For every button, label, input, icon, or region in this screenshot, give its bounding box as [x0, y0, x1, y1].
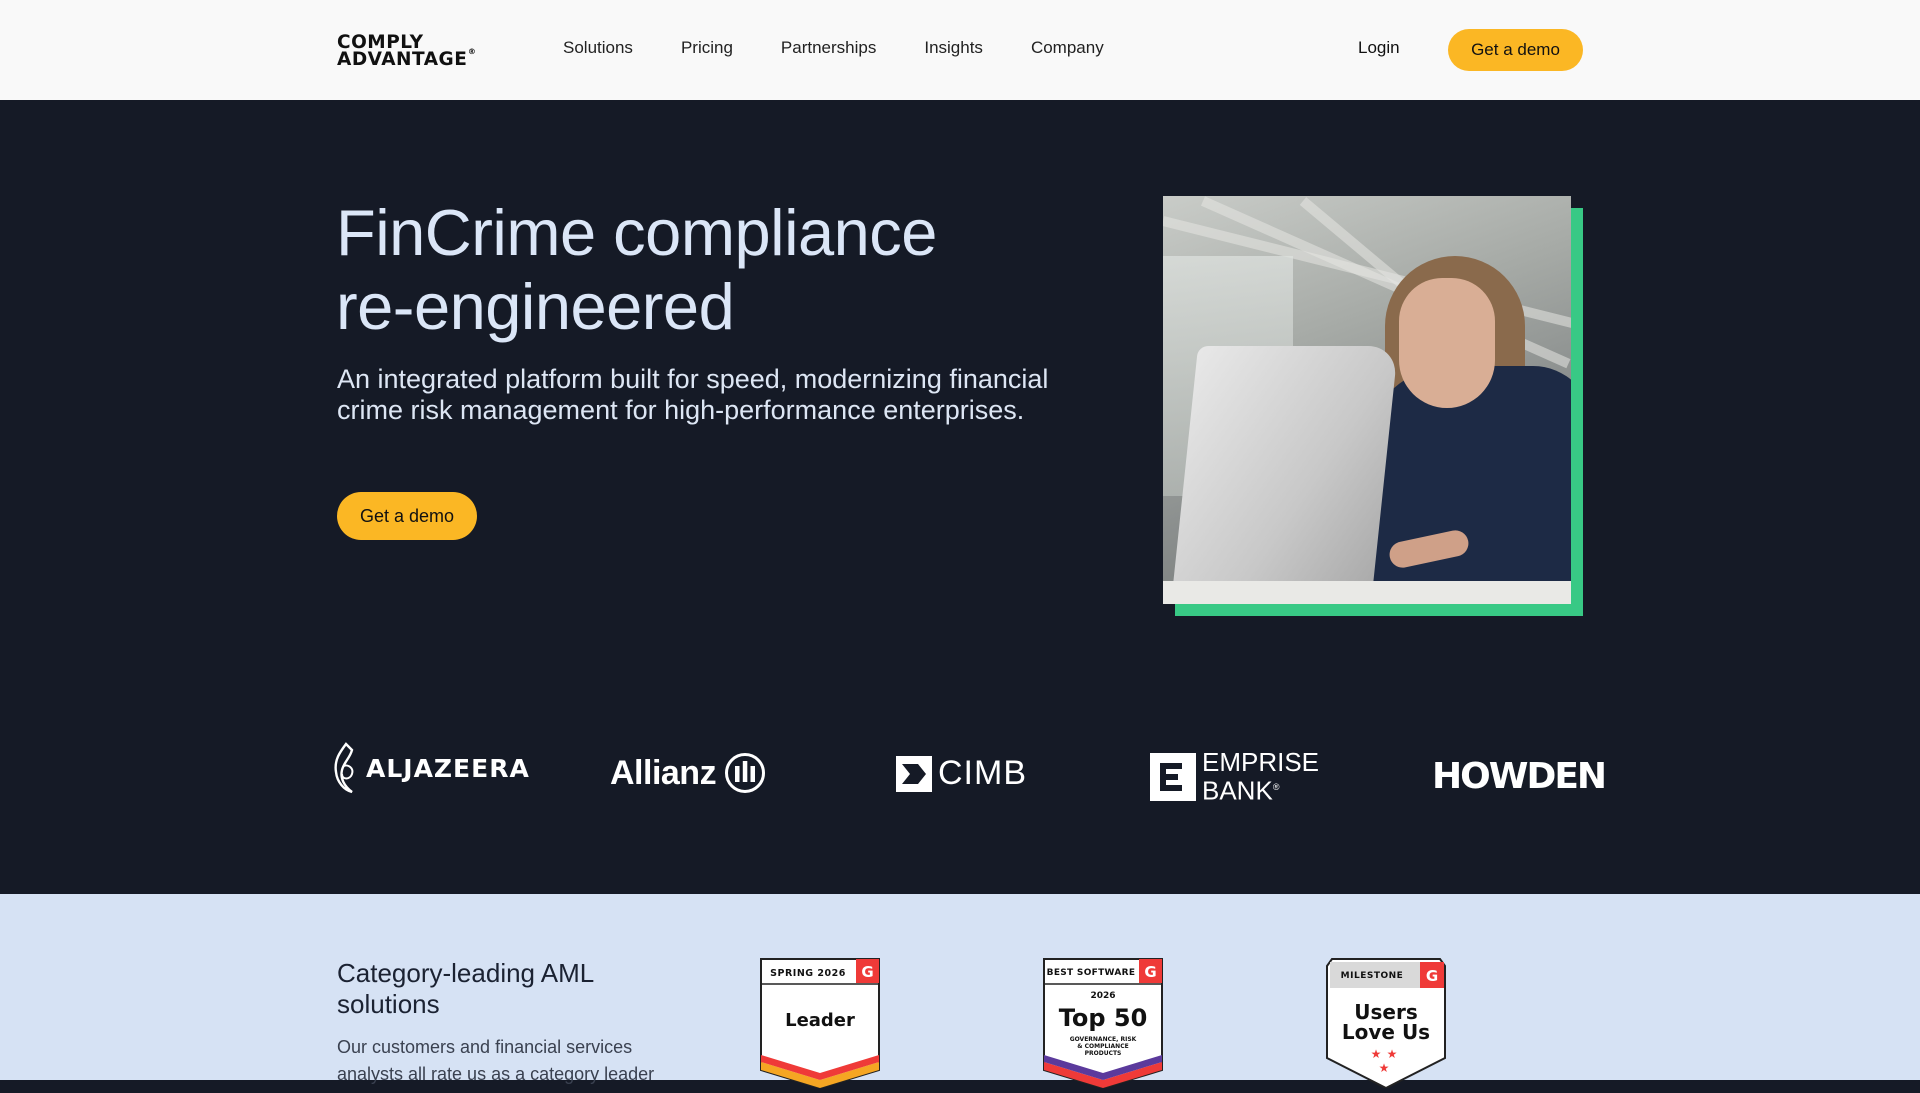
registered-mark: ®	[467, 47, 477, 56]
desk	[1163, 581, 1571, 604]
nav-insights[interactable]: Insights	[924, 38, 983, 58]
aljazeera-wordmark: ALJAZEERA	[366, 753, 530, 783]
emprise-registered-mark: ®	[1272, 782, 1280, 792]
badge-season-label: SPRING 2026	[770, 968, 846, 979]
badge-category-label: BEST SOFTWARE	[1046, 968, 1136, 978]
cimb-chevron-icon	[896, 755, 932, 792]
badge-leader-label: Leader	[785, 1010, 855, 1031]
badge-subcategory: GOVERNANCE, RISK & COMPLIANCE PRODUCTS	[1043, 1036, 1163, 1057]
hero-title: FinCrime compliance re-engineered	[336, 196, 1096, 344]
person-face	[1399, 278, 1495, 408]
svg-text:★: ★	[1371, 1047, 1382, 1061]
nav-company[interactable]: Company	[1031, 38, 1104, 58]
login-link[interactable]: Login	[1358, 38, 1400, 58]
g2-top50-badge[interactable]: G BEST SOFTWARE 2026 Top 50 GOVERNANCE, …	[1043, 958, 1163, 1090]
svg-text:G: G	[861, 963, 873, 981]
allianz-logo: Allianz	[610, 752, 766, 794]
badge-subcategory-line-3: PRODUCTS	[1084, 1050, 1122, 1057]
emprise-wordmark-line-2: BANK	[1202, 775, 1273, 806]
main-nav: Solutions Pricing Partnerships Insights …	[563, 38, 1152, 58]
emprise-bank-logo: EMPRISE BANK®	[1150, 747, 1320, 806]
badge-milestone-label: MILESTONE	[1340, 971, 1404, 981]
hero-image	[1163, 196, 1583, 616]
svg-text:G: G	[1426, 967, 1438, 985]
logo-line-2: ADVANTAGE	[337, 49, 468, 70]
hero-subtitle: An integrated platform built for speed, …	[337, 364, 1049, 425]
awards-title: Category-leading AML solutions	[337, 958, 594, 1019]
badge-love-us-line: Love Us	[1341, 1020, 1431, 1044]
nav-partnerships[interactable]: Partnerships	[781, 38, 876, 58]
aljazeera-logo: ALJAZEERA	[330, 742, 530, 794]
header-get-demo-button[interactable]: Get a demo	[1448, 29, 1583, 71]
svg-text:★: ★	[1379, 1061, 1390, 1075]
hero-title-line-2: re-engineered	[336, 270, 735, 343]
g2-leader-badge[interactable]: G SPRING 2026 Leader	[760, 958, 880, 1090]
nav-pricing[interactable]: Pricing	[681, 38, 733, 58]
aljazeera-calligraphy-icon	[334, 742, 354, 794]
badge-users-love-us-label: Users Love Us	[1326, 1002, 1446, 1042]
badge-top50-label: Top 50	[1058, 1004, 1148, 1032]
woman-at-laptop-photo	[1163, 196, 1571, 604]
allianz-eagle-icon	[725, 753, 766, 793]
cimb-logo: CIMB	[896, 754, 1027, 793]
badge-subcategory-line-2: & COMPLIANCE	[1077, 1043, 1129, 1050]
allianz-wordmark: Allianz	[610, 753, 717, 792]
emprise-wordmark-line-1: EMPRISE	[1202, 747, 1320, 777]
comply-advantage-logo[interactable]: COMPLY ADVANTAGE ®	[337, 33, 476, 70]
svg-text:★: ★	[1387, 1047, 1398, 1061]
awards-section	[0, 894, 1920, 1080]
badge-users-line: Users	[1354, 1000, 1418, 1024]
badge-year-label: 2026	[1090, 991, 1116, 1001]
howden-wordmark: HOWDEN	[1432, 756, 1607, 797]
hero-get-demo-button[interactable]: Get a demo	[337, 492, 477, 540]
site-header: COMPLY ADVANTAGE ® Solutions Pricing Par…	[0, 0, 1920, 100]
nav-solutions[interactable]: Solutions	[563, 38, 633, 58]
laptop	[1171, 346, 1399, 596]
howden-logo: HOWDEN	[1432, 756, 1607, 797]
cimb-wordmark: CIMB	[938, 754, 1027, 792]
g2-users-love-us-badge[interactable]: G ★ ★ ★ MILESTONE Users Love Us	[1326, 958, 1446, 1090]
hero-title-line-1: FinCrime compliance	[336, 196, 937, 269]
badge-subcategory-line-1: GOVERNANCE, RISK	[1069, 1036, 1137, 1043]
svg-text:G: G	[1144, 963, 1156, 981]
emprise-e-icon	[1150, 752, 1196, 801]
